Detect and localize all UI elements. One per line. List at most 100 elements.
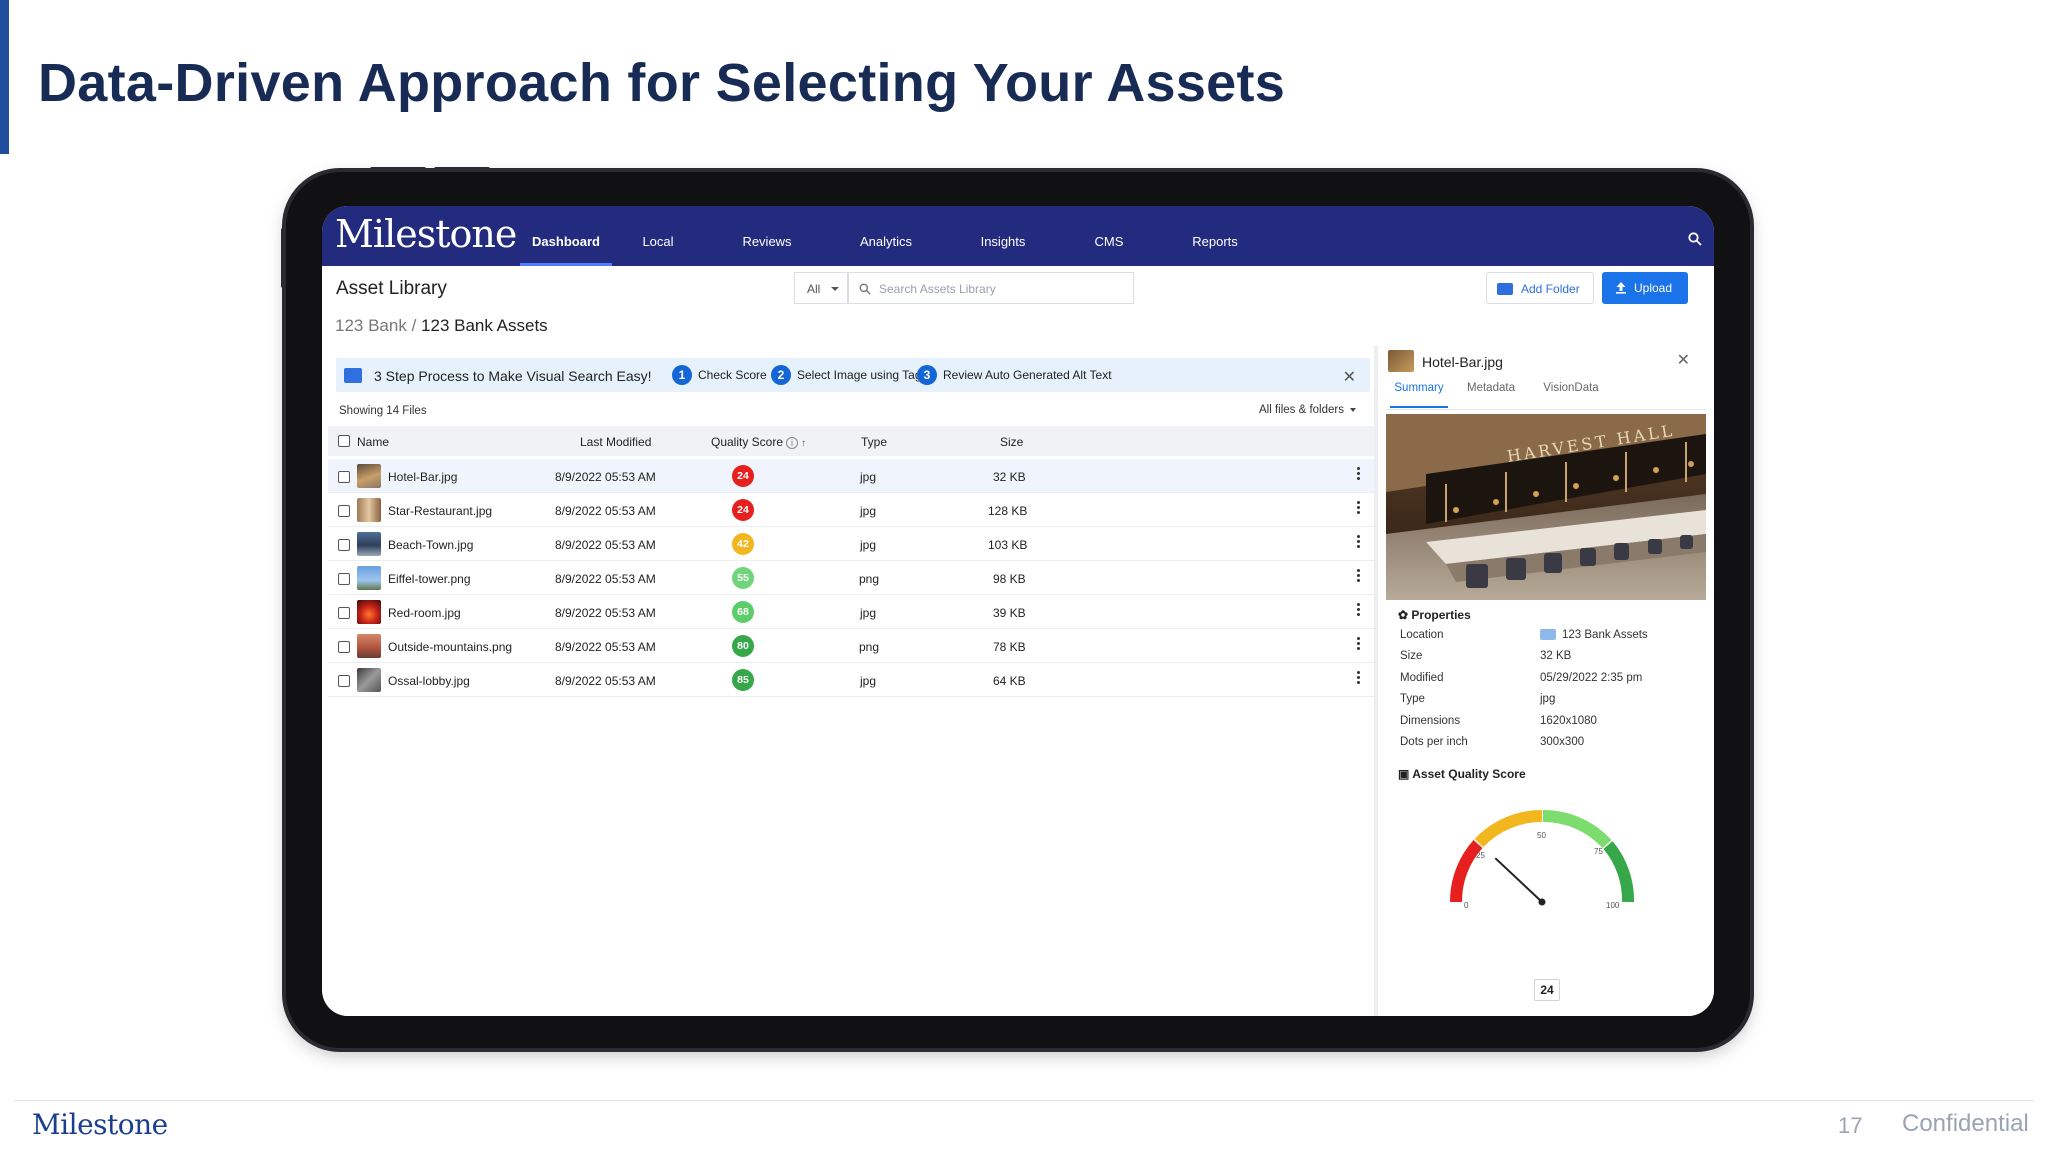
nav-reviews[interactable]: Reviews	[732, 206, 802, 266]
row-checkbox[interactable]	[338, 573, 350, 585]
nav-cms[interactable]: CMS	[1084, 206, 1134, 266]
upload-button[interactable]: Upload	[1602, 272, 1688, 304]
folder-icon	[1540, 629, 1556, 641]
row-checkbox[interactable]	[338, 675, 350, 687]
thumbnail	[357, 464, 381, 488]
breadcrumb-root[interactable]: 123 Bank	[335, 316, 407, 335]
last-modified: 8/9/2022 05:53 AM	[555, 674, 656, 688]
header-name[interactable]: Name	[357, 435, 389, 449]
accent-bar	[0, 0, 9, 154]
quality-score-badge: 42	[732, 533, 754, 555]
table-row[interactable]: Outside-mountains.png 8/9/2022 05:53 AM …	[328, 629, 1374, 663]
more-options-icon[interactable]	[1357, 535, 1360, 550]
prop-value: 123 Bank Assets	[1540, 629, 1648, 641]
step-select-image: 2 Select Image using Tags	[771, 365, 928, 385]
tabs-divider	[1386, 409, 1706, 410]
scope-dropdown-value: All files & folders	[1258, 404, 1344, 416]
process-banner: 3 Step Process to Make Visual Search Eas…	[336, 358, 1370, 392]
file-count: Showing 14 Files	[339, 405, 427, 417]
more-options-icon[interactable]	[1357, 467, 1360, 482]
table-row[interactable]: Ossal-lobby.jpg 8/9/2022 05:53 AM 85 jpg…	[328, 663, 1374, 697]
file-name[interactable]: Outside-mountains.png	[388, 640, 512, 654]
row-checkbox[interactable]	[338, 505, 350, 517]
prop-key: Location	[1400, 629, 1444, 641]
file-name[interactable]: Red-room.jpg	[388, 606, 461, 620]
file-name[interactable]: Ossal-lobby.jpg	[388, 674, 470, 688]
footer-divider	[14, 1100, 2034, 1101]
step-label: Check Score	[698, 368, 767, 382]
nav-analytics[interactable]: Analytics	[846, 206, 926, 266]
step-number: 1	[672, 365, 692, 385]
gauge-tick-label: 50	[1537, 831, 1546, 840]
last-modified: 8/9/2022 05:53 AM	[555, 504, 656, 518]
tablet-volume-button	[434, 167, 490, 172]
page-number: 17	[1838, 1113, 1863, 1138]
filter-select-value: All	[807, 282, 821, 296]
file-name[interactable]: Eiffel-tower.png	[388, 572, 471, 586]
file-name[interactable]: Beach-Town.jpg	[388, 538, 473, 552]
file-type: png	[859, 572, 880, 586]
row-checkbox[interactable]	[338, 607, 350, 619]
properties-heading: ✿ Properties	[1398, 608, 1471, 622]
tab-summary[interactable]: Summary	[1390, 382, 1448, 408]
thumbnail	[357, 498, 381, 522]
nav-reports[interactable]: Reports	[1180, 206, 1250, 266]
nav-local[interactable]: Local	[628, 206, 688, 266]
filter-select[interactable]: All	[794, 272, 848, 304]
table-row[interactable]: Eiffel-tower.png 8/9/2022 05:53 AM 55 pn…	[328, 561, 1374, 595]
close-icon[interactable]: ✕	[1677, 350, 1690, 370]
asset-details-panel: Hotel-Bar.jpg ✕ Summary Metadata VisionD…	[1382, 346, 1714, 1016]
gauge-segment-lightgreen	[1542, 809, 1612, 849]
row-checkbox[interactable]	[338, 641, 350, 653]
tab-metadata[interactable]: Metadata	[1460, 382, 1522, 408]
search-icon	[859, 283, 871, 295]
close-icon[interactable]: ✕	[1343, 367, 1356, 387]
file-name[interactable]: Star-Restaurant.jpg	[388, 504, 492, 518]
quality-score-badge: 55	[732, 567, 754, 589]
header-size[interactable]: Size	[1000, 435, 1023, 449]
header-quality-score[interactable]: Quality Score i ↑	[711, 435, 806, 449]
app-screen: Milestone Dashboard Local Reviews Analyt…	[322, 206, 1714, 1016]
scope-dropdown[interactable]: All files & folders	[1259, 404, 1356, 416]
properties-heading-label: Properties	[1411, 608, 1471, 622]
quality-score-badge: 85	[732, 669, 754, 691]
table-row[interactable]: Hotel-Bar.jpg 8/9/2022 05:53 AM 24 jpg 3…	[328, 459, 1374, 493]
nav-dashboard[interactable]: Dashboard	[520, 206, 612, 266]
search-input[interactable]: Search Assets Library	[848, 272, 1134, 304]
file-type: jpg	[860, 606, 877, 620]
more-options-icon[interactable]	[1357, 501, 1360, 516]
more-options-icon[interactable]	[1357, 671, 1360, 686]
last-modified: 8/9/2022 05:53 AM	[555, 606, 656, 620]
file-name[interactable]: Hotel-Bar.jpg	[388, 470, 457, 484]
gauge-segment-green	[1603, 841, 1634, 903]
select-all-checkbox[interactable]	[338, 435, 350, 447]
gauge-tick-label: 0	[1464, 901, 1469, 910]
more-options-icon[interactable]	[1357, 569, 1360, 584]
gauge-tick-label: 100	[1606, 901, 1620, 910]
header-type[interactable]: Type	[861, 435, 887, 449]
row-checkbox[interactable]	[338, 471, 350, 483]
file-type: jpg	[860, 504, 877, 518]
file-size: 103 KB	[988, 538, 1028, 552]
banner-title: 3 Step Process to Make Visual Search Eas…	[374, 368, 652, 384]
info-icon: i	[786, 436, 799, 449]
folder-plus-icon	[1497, 283, 1513, 295]
table-row[interactable]: Star-Restaurant.jpg 8/9/2022 05:53 AM 24…	[328, 493, 1374, 527]
add-folder-button[interactable]: Add Folder	[1486, 272, 1594, 304]
prop-key: Type	[1400, 693, 1425, 705]
tab-visiondata[interactable]: VisionData	[1536, 382, 1606, 408]
quality-score-badge: 68	[732, 601, 754, 623]
thumbnail	[357, 600, 381, 624]
file-size: 128 KB	[988, 504, 1028, 518]
header-last-modified[interactable]: Last Modified	[580, 435, 651, 449]
search-icon[interactable]	[1688, 232, 1702, 246]
nav-insights[interactable]: Insights	[968, 206, 1038, 266]
more-options-icon[interactable]	[1357, 637, 1360, 652]
row-checkbox[interactable]	[338, 539, 350, 551]
details-title: Hotel-Bar.jpg	[1422, 354, 1503, 370]
hotel-bar-photo: HARVEST HALL	[1386, 414, 1706, 600]
table-row[interactable]: Beach-Town.jpg 8/9/2022 05:53 AM 42 jpg …	[328, 527, 1374, 561]
table-row[interactable]: Red-room.jpg 8/9/2022 05:53 AM 68 jpg 39…	[328, 595, 1374, 629]
more-options-icon[interactable]	[1357, 603, 1360, 618]
quality-heading: ▣ Asset Quality Score	[1398, 767, 1526, 781]
